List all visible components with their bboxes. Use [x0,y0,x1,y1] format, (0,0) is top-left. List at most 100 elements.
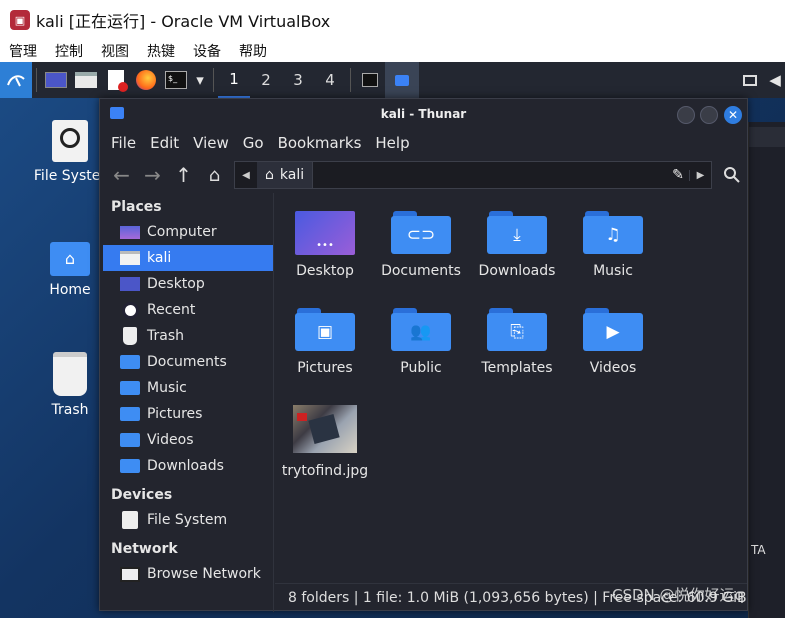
workspace-3[interactable]: 3 [282,62,314,98]
thunar-titlebar[interactable]: kali - Thunar ✕ [100,99,747,129]
watermark: CSDN @悦你好运q [612,586,745,604]
workspace-1[interactable]: 1 [218,62,250,98]
file-manager-icon[interactable] [71,62,101,98]
workspace-2[interactable]: 2 [250,62,282,98]
file-item-videos[interactable]: ▶ Videos [565,306,661,376]
maximize-button[interactable] [700,106,718,124]
path-left-arrow-icon[interactable]: ◀ [235,170,257,181]
file-item-public[interactable]: 👥 Public [373,306,469,376]
sidebar-item-music[interactable]: Music [100,375,273,401]
file-item-downloads[interactable]: ⤓ Downloads [469,209,565,279]
up-button[interactable]: ↑ [168,160,199,190]
file-item-templates[interactable]: ⎘ Templates [469,306,565,376]
file-item-music[interactable]: ♫ Music [565,209,661,279]
documents-folder-icon: ⊂⊃ [391,209,451,255]
drive-icon [52,120,88,162]
kali-menu-icon[interactable] [0,62,32,98]
forward-button[interactable]: → [137,160,168,190]
breadcrumb-home[interactable]: ⌂ kali [257,162,314,188]
sidebar-item-label: Desktop [147,276,205,292]
home-button[interactable]: ⌂ [199,160,230,190]
text-editor-icon[interactable] [101,62,131,98]
terminal-icon[interactable]: $_ [161,62,191,98]
workspace-4[interactable]: 4 [314,62,346,98]
menu-go[interactable]: Go [236,134,271,152]
thunar-toolbar: ← → ↑ ⌂ ◀ ⌂ kali ✎ ▶ [100,157,747,193]
show-desktop-icon[interactable] [41,62,71,98]
menu-file[interactable]: File [104,134,143,152]
sidebar-header-devices: Devices [111,487,173,503]
menu-control[interactable]: 控制 [46,41,92,61]
arrow-right-icon: → [144,163,161,187]
virtualbox-menubar: 管理 控制 视图 热键 设备 帮助 [0,40,785,62]
recent-icon [120,301,140,319]
firefox-icon[interactable] [131,62,161,98]
sidebar-item-trash[interactable]: Trash [100,323,273,349]
file-label: Music [593,263,633,279]
sidebar-item-label: File System [147,512,228,528]
chevron-down-icon[interactable]: ▾ [191,62,209,98]
menu-devices[interactable]: 设备 [184,41,230,61]
documents-icon [120,354,140,370]
sidebar-item-pictures[interactable]: Pictures [100,401,273,427]
volume-icon[interactable]: ◀ [765,62,785,98]
sidebar-item-recent[interactable]: Recent [100,297,273,323]
file-label: Public [400,360,442,376]
sidebar-item-label: Recent [147,302,196,318]
menu-bookmarks[interactable]: Bookmarks [271,134,369,152]
background-window-text: TA [751,543,766,557]
sidebar-item-computer[interactable]: Computer [100,219,273,245]
menu-manage[interactable]: 管理 [0,41,46,61]
home-icon [120,250,140,266]
file-label: Documents [381,263,461,279]
trash-icon [120,327,140,345]
menu-view[interactable]: View [186,134,236,152]
file-label: Videos [589,360,637,376]
taskbar-terminal-icon[interactable] [355,62,385,98]
file-item-desktop[interactable]: ••• Desktop [277,209,373,279]
menu-edit[interactable]: Edit [143,134,186,152]
file-label: Desktop [296,263,354,279]
menu-help[interactable]: 帮助 [230,41,276,61]
menu-view[interactable]: 视图 [92,41,138,61]
arrow-up-icon: ↑ [175,163,192,187]
network-icon [120,566,140,582]
sidebar-item-videos[interactable]: Videos [100,427,273,453]
search-button[interactable] [716,160,747,190]
image-thumbnail [293,405,357,453]
sidebar-item-label: Videos [147,432,194,448]
virtualbox-titlebar: ▣ kali [正在运行] - Oracle VM VirtualBox [0,0,785,40]
path-right-arrow-icon[interactable]: ▶ [689,169,711,181]
background-window: TA [748,122,785,618]
music-icon [120,380,140,396]
computer-icon [120,224,140,240]
file-item-trytofind[interactable]: trytofind.jpg [277,405,373,479]
file-label: Pictures [297,360,353,376]
music-folder-icon: ♫ [583,209,643,255]
sidebar-item-filesystem[interactable]: File System [100,507,273,533]
panel-separator [36,68,37,92]
sidebar-item-documents[interactable]: Documents [100,349,273,375]
videos-icon [120,432,140,448]
window-title: kali [正在运行] - Oracle VM VirtualBox [36,12,331,31]
search-icon [723,167,740,183]
menu-hotkeys[interactable]: 热键 [138,41,184,61]
sidebar-item-downloads[interactable]: Downloads [100,453,273,479]
close-button[interactable]: ✕ [724,106,742,124]
menu-help[interactable]: Help [368,134,416,152]
edit-path-icon[interactable]: ✎ [667,167,689,183]
file-item-documents[interactable]: ⊂⊃ Documents [373,209,469,279]
taskbar-thunar-icon[interactable] [385,62,419,98]
location-bar[interactable]: ◀ ⌂ kali ✎ ▶ [234,161,712,189]
sidebar-item-kali[interactable]: kali [103,245,273,271]
back-button[interactable]: ← [106,160,137,190]
sidebar-item-browse-network[interactable]: Browse Network [100,561,273,587]
home-icon [110,107,124,119]
sidebar-item-desktop[interactable]: Desktop [100,271,273,297]
minimize-button[interactable] [677,106,695,124]
thunar-window: kali - Thunar ✕ File Edit View Go Bookma… [99,98,748,612]
sidebar-header-network: Network [111,541,178,557]
downloads-icon [120,458,140,474]
file-item-pictures[interactable]: ▣ Pictures [277,306,373,376]
display-icon[interactable] [735,62,765,98]
